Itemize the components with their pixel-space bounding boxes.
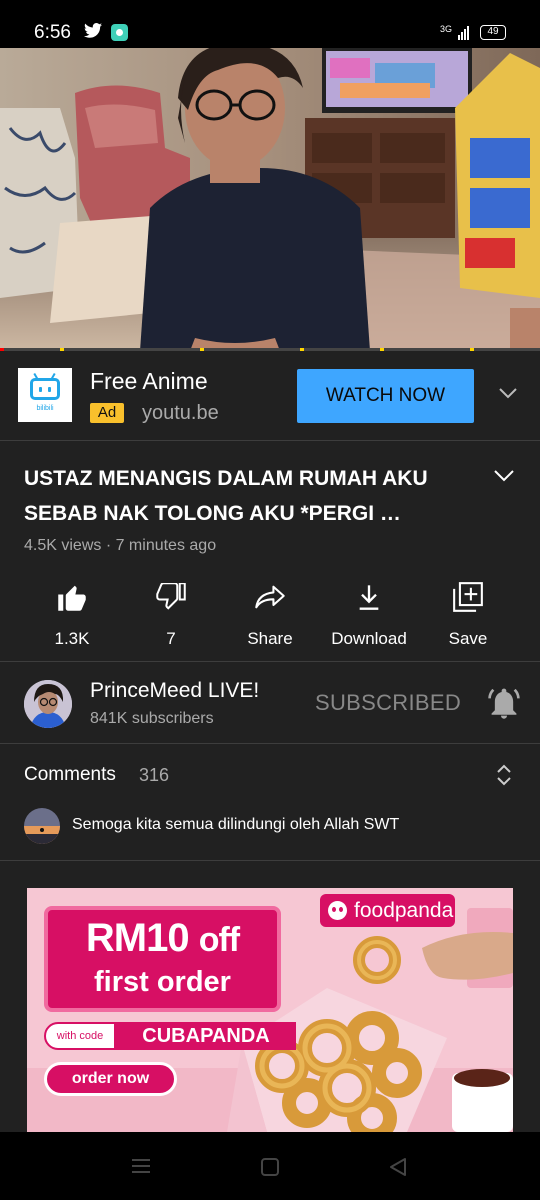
app-notification-icon bbox=[111, 24, 128, 41]
ad-logo-text: bilibili bbox=[36, 405, 54, 412]
divider bbox=[0, 440, 540, 441]
save-button[interactable]: Save bbox=[418, 577, 518, 649]
download-label: Download bbox=[331, 629, 407, 648]
bilibili-logo[interactable]: bilibili bbox=[18, 368, 72, 422]
foodpanda-brand: foodpanda bbox=[354, 899, 454, 922]
ad-title[interactable]: Free Anime bbox=[90, 368, 208, 395]
with-code-label: with code bbox=[44, 1022, 116, 1050]
like-count: 1.3K bbox=[54, 629, 90, 648]
chevron-down-icon[interactable] bbox=[498, 386, 518, 405]
offer-amount: RM10 bbox=[85, 916, 190, 960]
watch-now-button[interactable]: WATCH NOW bbox=[297, 369, 474, 423]
channel-avatar[interactable] bbox=[24, 680, 72, 728]
dislike-count: 7 bbox=[166, 629, 176, 648]
subscribed-button[interactable]: SUBSCRIBED bbox=[315, 690, 461, 716]
video-title[interactable]: USTAZ MENANGIS DALAM RUMAH AKU SEBAB NAK… bbox=[24, 461, 464, 531]
channel-name[interactable]: PrinceMeed LIVE! bbox=[90, 679, 259, 703]
panda-icon bbox=[328, 901, 347, 920]
video-player[interactable] bbox=[0, 48, 540, 351]
ad-row[interactable]: bilibili Free Anime Ad youtu.be WATCH NO… bbox=[0, 351, 540, 440]
share-button[interactable]: Share bbox=[220, 577, 320, 649]
download-icon bbox=[319, 577, 419, 617]
notification-bell-icon[interactable] bbox=[488, 686, 520, 725]
share-label: Share bbox=[247, 629, 293, 648]
save-label: Save bbox=[448, 629, 488, 648]
commenter-avatar bbox=[24, 808, 60, 844]
action-row: 1.3K 7 Share Download Save bbox=[0, 577, 540, 649]
expand-description-icon[interactable] bbox=[493, 468, 515, 487]
foodpanda-logo: foodpanda bbox=[320, 894, 455, 927]
top-comment: Semoga kita semua dilindungi oleh Allah … bbox=[72, 816, 400, 833]
video-meta: 4.5K views · 7 minutes ago bbox=[24, 537, 217, 554]
video-frame bbox=[0, 48, 540, 351]
comments-count: 316 bbox=[139, 765, 170, 785]
offer-headline: RM10 off bbox=[48, 916, 277, 961]
battery-icon: 49 bbox=[480, 25, 506, 40]
system-nav-bar bbox=[0, 1132, 540, 1200]
watch-panel: bilibili Free Anime Ad youtu.be WATCH NO… bbox=[0, 351, 540, 1132]
subscriber-count: 841K subscribers bbox=[90, 710, 214, 727]
status-bar: 6:56 3G 49 bbox=[0, 0, 540, 48]
foodpanda-ad-banner[interactable]: foodpanda RM10 off first order with code… bbox=[27, 888, 513, 1132]
dislike-button[interactable]: 7 bbox=[121, 577, 221, 649]
signal-icon bbox=[458, 26, 470, 40]
comments-title: Comments bbox=[24, 764, 116, 785]
offer-box: RM10 off first order bbox=[44, 906, 281, 1012]
order-now-button[interactable]: order now bbox=[44, 1062, 177, 1096]
ad-url: youtu.be bbox=[142, 402, 219, 424]
ad-badge: Ad bbox=[90, 403, 124, 423]
offer-subline: first order bbox=[94, 966, 231, 998]
network-type: 3G bbox=[440, 24, 453, 34]
like-button[interactable]: 1.3K bbox=[22, 577, 122, 649]
divider bbox=[0, 860, 540, 861]
offer-off: off bbox=[198, 921, 240, 959]
promo-code-value: CUBAPANDA bbox=[116, 1022, 296, 1050]
thumbs-up-icon bbox=[22, 577, 122, 617]
twitter-icon bbox=[84, 23, 102, 43]
channel-row[interactable]: PrinceMeed LIVE! 841K subscribers SUBSCR… bbox=[0, 662, 540, 744]
share-icon bbox=[220, 577, 320, 617]
thumbs-down-icon bbox=[121, 577, 221, 617]
save-to-playlist-icon bbox=[418, 577, 518, 617]
comments-section[interactable]: Comments 316 Semoga kita semua dilindung… bbox=[0, 744, 540, 860]
back-icon[interactable] bbox=[387, 1156, 409, 1183]
download-button[interactable]: Download bbox=[319, 577, 419, 649]
home-icon[interactable] bbox=[259, 1156, 281, 1183]
expand-collapse-icon[interactable] bbox=[495, 763, 513, 792]
menu-icon[interactable] bbox=[130, 1156, 152, 1181]
status-time: 6:56 bbox=[34, 22, 71, 43]
tv-icon bbox=[30, 378, 60, 400]
